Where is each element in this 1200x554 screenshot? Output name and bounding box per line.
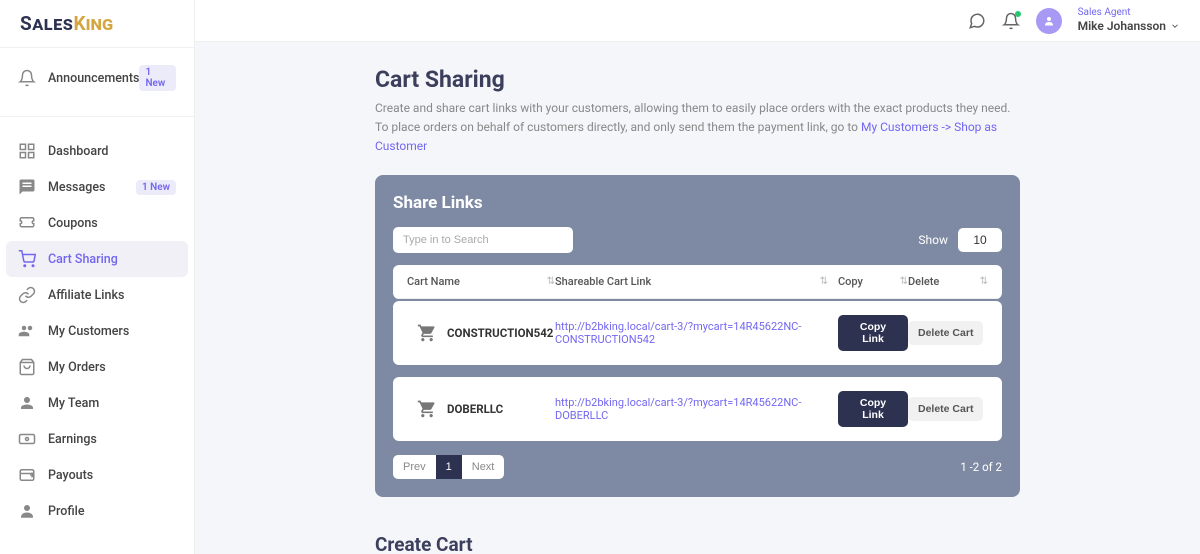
user-role: Sales Agent: [1078, 7, 1131, 19]
bell-icon: [18, 69, 36, 87]
ticket-icon: [18, 214, 36, 232]
search-input[interactable]: [393, 227, 573, 253]
sidebar-item-my-team[interactable]: My Team: [0, 385, 194, 421]
table-row: DOBERLLC http://b2bking.local/cart-3/?my…: [393, 377, 1002, 441]
sidebar-label: Messages: [48, 180, 136, 195]
topbar: Sales Agent Mike Johansson: [195, 0, 1200, 42]
sidebar-label: Payouts: [48, 468, 176, 483]
grid-icon: [18, 142, 36, 160]
share-links-card: Share Links Show Cart Name ⇅ Shareable Ca…: [375, 175, 1020, 497]
profile-icon: [18, 502, 36, 520]
delete-cart-button[interactable]: Delete Cart: [908, 321, 983, 345]
sidebar-label: My Team: [48, 396, 176, 411]
cart-name: CONSTRUCTION542: [447, 326, 555, 340]
cart-icon: [417, 323, 437, 343]
table-header: Cart Name⇅ Shareable Cart Link⇅ Copy⇅ De…: [393, 265, 1002, 299]
sidebar: SalesKing Announcements 1 New Dashboard …: [0, 0, 195, 554]
money-icon: [18, 430, 36, 448]
show-select[interactable]: [958, 228, 1002, 252]
sidebar-item-announcements[interactable]: Announcements 1 New: [0, 56, 194, 100]
sidebar-item-messages[interactable]: Messages 1 New: [0, 169, 194, 205]
sidebar-item-my-orders[interactable]: My Orders: [0, 349, 194, 385]
sidebar-item-my-customers[interactable]: My Customers: [0, 313, 194, 349]
cart-icon: [417, 399, 437, 419]
sort-icon[interactable]: ⇅: [980, 276, 988, 287]
page-title: Cart Sharing: [375, 66, 1020, 93]
sidebar-item-payouts[interactable]: Payouts: [0, 457, 194, 493]
copy-link-button[interactable]: Copy Link: [838, 391, 908, 427]
sort-icon[interactable]: ⇅: [547, 276, 555, 287]
sidebar-item-earnings[interactable]: Earnings: [0, 421, 194, 457]
sidebar-item-cart-sharing[interactable]: Cart Sharing: [6, 241, 188, 277]
bag-icon: [18, 358, 36, 376]
notifications-icon[interactable]: [1002, 12, 1020, 30]
users-icon: [18, 322, 36, 340]
cart-link[interactable]: http://b2bking.local/cart-3/?mycart=14R4…: [555, 320, 801, 346]
page-description-2: To place orders on behalf of customers d…: [375, 118, 1020, 156]
sidebar-label: Earnings: [48, 432, 176, 447]
sidebar-label: Profile: [48, 504, 176, 519]
sort-icon[interactable]: ⇅: [820, 276, 828, 287]
show-label: Show: [918, 233, 948, 247]
link-icon: [18, 286, 36, 304]
cart-icon: [18, 250, 36, 268]
cart-name: DOBERLLC: [447, 402, 555, 416]
payout-icon: [18, 466, 36, 484]
sidebar-item-coupons[interactable]: Coupons: [0, 205, 194, 241]
sidebar-label: My Orders: [48, 360, 176, 375]
sidebar-label: Announcements: [48, 71, 139, 86]
next-button[interactable]: Next: [462, 455, 505, 479]
message-icon: [18, 178, 36, 196]
logo: SalesKing: [0, 0, 194, 48]
card-title: Share Links: [393, 193, 1002, 213]
sort-icon[interactable]: ⇅: [900, 276, 908, 287]
avatar[interactable]: [1036, 8, 1062, 34]
sidebar-label: Affiliate Links: [48, 288, 176, 303]
th-name[interactable]: Cart Name: [407, 275, 460, 288]
notification-dot: [1015, 11, 1021, 17]
page-1-button[interactable]: 1: [436, 455, 462, 479]
sidebar-badge: 1 New: [136, 180, 176, 195]
th-delete[interactable]: Delete: [908, 275, 939, 288]
cart-link[interactable]: http://b2bking.local/cart-3/?mycart=14R4…: [555, 396, 801, 422]
sidebar-label: My Customers: [48, 324, 176, 339]
delete-cart-button[interactable]: Delete Cart: [908, 397, 983, 421]
chevron-down-icon: [1170, 21, 1180, 31]
sidebar-label: Coupons: [48, 216, 176, 231]
page-description-1: Create and share cart links with your cu…: [375, 99, 1020, 118]
create-title: Create Cart: [375, 533, 1020, 554]
logo-text-1: Sales: [20, 12, 73, 35]
chat-icon[interactable]: [968, 12, 986, 30]
prev-button[interactable]: Prev: [393, 455, 436, 479]
sidebar-label: Cart Sharing: [48, 252, 176, 267]
sidebar-item-affiliate-links[interactable]: Affiliate Links: [0, 277, 194, 313]
th-link[interactable]: Shareable Cart Link: [555, 275, 651, 288]
logo-text-2: King: [73, 12, 112, 35]
copy-link-button[interactable]: Copy Link: [838, 315, 908, 351]
pagination: Prev 1 Next: [393, 455, 504, 479]
sidebar-item-profile[interactable]: Profile: [0, 493, 194, 529]
user-name: Mike Johansson: [1078, 19, 1166, 33]
sidebar-item-dashboard[interactable]: Dashboard: [0, 133, 194, 169]
team-icon: [18, 394, 36, 412]
table-row: CONSTRUCTION542 http://b2bking.local/car…: [393, 301, 1002, 365]
sidebar-label: Dashboard: [48, 144, 176, 159]
user-menu[interactable]: Sales Agent Mike Johansson: [1078, 7, 1180, 33]
th-copy[interactable]: Copy: [838, 275, 863, 288]
page-info: 1 -2 of 2: [960, 460, 1002, 474]
create-cart-section: Create Cart To create a personalized sha…: [375, 533, 1020, 554]
sidebar-badge: 1 New: [139, 65, 176, 91]
